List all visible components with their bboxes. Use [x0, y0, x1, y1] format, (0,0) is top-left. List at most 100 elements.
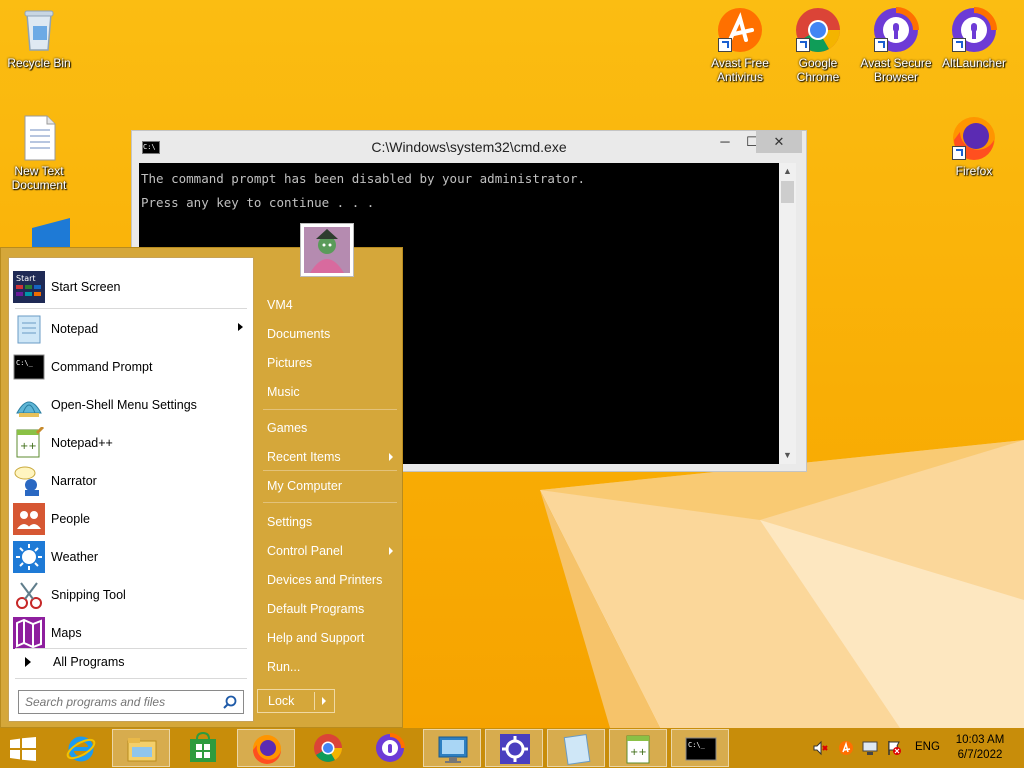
start-menu-item-narrator[interactable]: Narrator: [13, 462, 249, 500]
start-menu-item-label: Notepad: [51, 322, 99, 336]
taskbar-avast-secure-browser[interactable]: [361, 729, 419, 767]
start-menu-item-start-screen[interactable]: Start Start Screen: [13, 268, 249, 306]
avast-antivirus-desktop-icon[interactable]: Avast Free Antivirus: [702, 6, 778, 84]
start-menu-link-documents[interactable]: Documents: [267, 322, 399, 346]
start-menu-item-notepad[interactable]: Notepad: [13, 310, 249, 348]
shortcut-arrow-icon: [952, 38, 966, 52]
link-label: Settings: [267, 515, 313, 529]
recycle-bin-desktop-icon[interactable]: Recycle Bin: [1, 6, 77, 70]
separator: [15, 308, 247, 309]
google-chrome-desktop-icon[interactable]: Google Chrome: [780, 6, 856, 84]
shortcut-arrow-icon: [874, 38, 888, 52]
start-menu-link-pictures[interactable]: Pictures: [267, 351, 399, 375]
maps-icon: [13, 617, 45, 649]
command-prompt-icon: C:\_: [685, 737, 717, 761]
shutdown-options-arrow-icon[interactable]: [322, 697, 326, 705]
clock-time: 10:03 AM: [955, 734, 1005, 746]
start-menu-item-command-prompt[interactable]: C:\_ Command Prompt: [13, 348, 249, 386]
taskbar-store[interactable]: [174, 729, 232, 767]
start-menu-item-label: Weather: [51, 550, 99, 564]
start-menu-item-label: Notepad++: [51, 436, 113, 450]
notepad-plus-plus-icon: ++: [626, 735, 650, 764]
link-label: Pictures: [267, 356, 313, 370]
avast-secure-browser-desktop-icon[interactable]: Avast Secure Browser: [858, 6, 934, 84]
start-screen-icon: Start: [13, 271, 45, 303]
taskbar-remote-desktop[interactable]: [423, 729, 481, 767]
start-menu-link-default-programs[interactable]: Default Programs: [267, 597, 399, 621]
taskbar-internet-explorer[interactable]: [52, 729, 110, 767]
start-menu-item-maps[interactable]: Maps: [13, 614, 249, 652]
start-menu-link-run[interactable]: Run...: [267, 655, 399, 679]
avatar-image: [304, 227, 350, 273]
link-label: Default Programs: [267, 602, 365, 616]
start-menu-item-notepad-plus-plus[interactable]: ++ Notepad++: [13, 424, 249, 462]
start-menu-item-snipping-tool[interactable]: Snipping Tool: [13, 576, 249, 614]
taskbar-firefox[interactable]: [237, 729, 295, 767]
scroll-up-arrow-icon[interactable]: ▲: [779, 163, 796, 180]
start-menu-programs-panel: Start Start Screen Notepad C:\_ Command …: [8, 257, 254, 722]
taskbar-chrome[interactable]: [299, 729, 357, 767]
input-language-indicator[interactable]: ENG: [915, 741, 940, 753]
separator: [263, 502, 397, 503]
start-menu-link-vm4[interactable]: VM4: [267, 293, 399, 317]
separator: [263, 409, 397, 410]
start-menu-item-people[interactable]: People: [13, 500, 249, 538]
start-menu-link-music[interactable]: Music: [267, 380, 399, 404]
avast-secure-browser-icon: [872, 6, 920, 54]
start-menu-link-my-computer[interactable]: My Computer: [267, 474, 399, 498]
start-button[interactable]: [0, 729, 52, 767]
lock-button[interactable]: Lock: [257, 689, 335, 713]
new-text-document-desktop-icon[interactable]: New Text Document: [1, 114, 77, 192]
taskbar-notepad-plus-plus[interactable]: ++: [609, 729, 667, 767]
cmd-titlebar[interactable]: C:\ C:\Windows\system32\cmd.exe ─ ☐ ✕: [132, 131, 806, 163]
start-menu-item-label: Open-Shell Menu Settings: [51, 398, 197, 412]
start-menu-link-settings[interactable]: Settings: [267, 510, 399, 534]
link-label: Devices and Printers: [267, 573, 383, 587]
desktop-icon-label: Avast Secure Browser: [860, 56, 932, 84]
volume-muted-icon[interactable]: [812, 740, 828, 756]
desktop-icon-label: Google Chrome: [796, 56, 840, 84]
start-menu-places-panel: VM4 Documents Pictures Music Games Recen…: [259, 248, 399, 728]
action-center-flag-icon[interactable]: [886, 740, 902, 756]
start-menu-item-label: People: [51, 512, 90, 526]
search-input[interactable]: [18, 690, 244, 714]
minimize-button[interactable]: ─: [712, 131, 738, 153]
firefox-desktop-icon[interactable]: Firefox: [936, 114, 1012, 178]
vertical-scrollbar[interactable]: ▲ ▼: [779, 163, 796, 464]
network-icon[interactable]: [862, 740, 878, 756]
start-menu-link-devices-and-printers[interactable]: Devices and Printers: [267, 568, 399, 592]
user-avatar[interactable]: [300, 223, 354, 277]
close-button[interactable]: ✕: [756, 131, 802, 153]
separator: [15, 648, 247, 649]
desktop-icon-label: Avast Free Antivirus: [711, 56, 769, 84]
altlauncher-desktop-icon[interactable]: AltLauncher: [936, 6, 1012, 70]
chrome-icon: [314, 734, 342, 762]
scroll-thumb[interactable]: [781, 181, 794, 203]
start-menu-item-open-shell-settings[interactable]: Open-Shell Menu Settings: [13, 386, 249, 424]
desktop-icon-label: Firefox: [955, 164, 993, 178]
start-menu-item-label: Narrator: [51, 474, 97, 488]
start-menu-link-help-and-support[interactable]: Help and Support: [267, 626, 399, 650]
search-icon[interactable]: [223, 695, 237, 709]
avast-icon: [716, 6, 764, 54]
system-clock[interactable]: 10:03 AM 6/7/2022: [950, 733, 1010, 763]
chrome-icon: [794, 6, 842, 54]
submenu-arrow-icon: [389, 453, 393, 461]
svg-text:C:\_: C:\_: [688, 741, 706, 749]
all-programs-button[interactable]: All Programs: [13, 650, 249, 674]
start-menu-link-games[interactable]: Games: [267, 416, 399, 440]
taskbar-notepad[interactable]: [547, 729, 605, 767]
taskbar-settings[interactable]: [485, 729, 543, 767]
avast-tray-icon[interactable]: [838, 740, 854, 756]
all-programs-label: All Programs: [53, 655, 125, 669]
taskbar-command-prompt[interactable]: C:\_: [671, 729, 729, 767]
taskbar-file-explorer[interactable]: [112, 729, 170, 767]
submenu-arrow-icon: [389, 547, 393, 555]
start-menu-link-recent-items[interactable]: Recent Items: [267, 445, 399, 469]
start-menu-item-weather[interactable]: Weather: [13, 538, 249, 576]
avast-secure-browser-icon: [376, 733, 405, 762]
altlauncher-icon: [950, 6, 998, 54]
start-menu-link-control-panel[interactable]: Control Panel: [267, 539, 399, 563]
link-label: Games: [267, 421, 308, 435]
scroll-down-arrow-icon[interactable]: ▼: [779, 447, 796, 464]
